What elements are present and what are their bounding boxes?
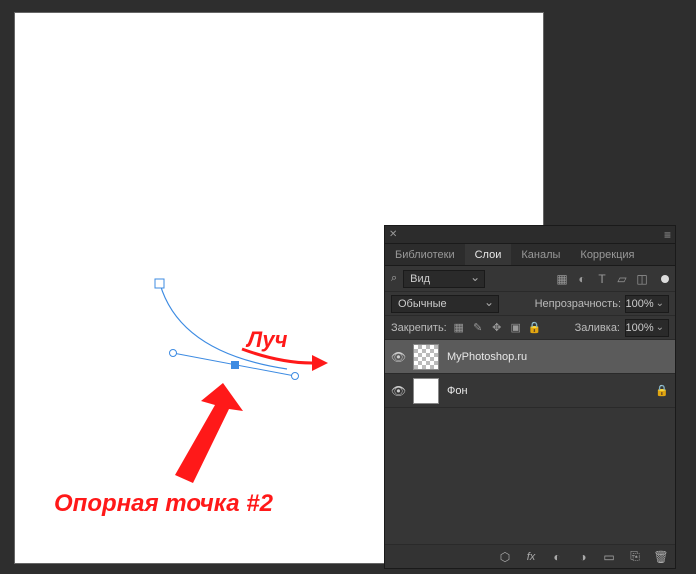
group-icon[interactable]: ▭ <box>601 550 617 564</box>
delete-icon[interactable]: 🗑 <box>653 550 669 564</box>
fill-value: 100% <box>625 322 653 334</box>
opacity-label: Непрозрачность: <box>535 298 621 310</box>
close-icon[interactable]: ✕ <box>389 229 397 240</box>
filter-kind-select[interactable]: Вид <box>403 270 485 288</box>
lock-transparency-icon[interactable]: ▦ <box>452 321 466 334</box>
visibility-icon[interactable]: 👁 <box>391 384 405 398</box>
fill-input[interactable]: 100%⌄ <box>625 319 669 337</box>
lock-artboard-icon[interactable]: ▣ <box>509 321 523 334</box>
filter-row: ⌕ Вид ▦ ◐ T ▱ ◫ <box>385 266 675 292</box>
visibility-icon[interactable]: 👁 <box>391 350 405 364</box>
panel-menu-icon[interactable]: ≡ <box>664 228 671 242</box>
tab-channels[interactable]: Каналы <box>511 244 570 265</box>
layers-panel: ✕ ≡ Библиотеки Слои Каналы Коррекция ⌕ В… <box>384 225 676 569</box>
anchor-point-label: Опорная точка #2 <box>54 490 273 518</box>
filter-toggle[interactable] <box>661 275 669 283</box>
lock-pixels-icon[interactable]: ✎ <box>471 321 485 334</box>
panel-header: ✕ ≡ <box>385 226 675 244</box>
search-icon: ⌕ <box>391 272 397 285</box>
layer-thumbnail[interactable] <box>413 378 439 404</box>
panel-footer: ⬡ fx ◐ ◑ ▭ ⎘ 🗑 <box>385 544 675 568</box>
mask-icon[interactable]: ◐ <box>549 550 565 564</box>
lock-icon: 🔒 <box>655 384 669 397</box>
tab-layers[interactable]: Слои <box>465 244 512 265</box>
fx-icon[interactable]: fx <box>523 551 539 563</box>
anchor-arrow-annotation <box>145 383 245 493</box>
lock-label: Закрепить: <box>391 322 447 334</box>
lock-all-icon[interactable]: 🔒 <box>528 321 542 334</box>
tab-adjustments[interactable]: Коррекция <box>570 244 644 265</box>
opacity-value: 100% <box>625 298 653 310</box>
layer-list: 👁 MyPhotoshop.ru 👁 Фон 🔒 <box>385 340 675 544</box>
filter-pixel-icon[interactable]: ▦ <box>555 272 569 286</box>
filter-shape-icon[interactable]: ▱ <box>615 272 629 286</box>
layer-name-label: MyPhotoshop.ru <box>447 351 527 363</box>
filter-kind-label: Вид <box>410 273 430 285</box>
fill-label: Заливка: <box>575 322 620 334</box>
lock-position-icon[interactable]: ✥ <box>490 321 504 334</box>
lock-row: Закрепить: ▦ ✎ ✥ ▣ 🔒 Заливка: 100%⌄ <box>385 316 675 340</box>
layer-thumbnail[interactable] <box>413 344 439 370</box>
blend-mode-select[interactable]: Обычные <box>391 295 499 313</box>
link-layers-icon[interactable]: ⬡ <box>497 550 513 564</box>
layer-row[interactable]: 👁 Фон 🔒 <box>385 374 675 408</box>
layer-row[interactable]: 👁 MyPhotoshop.ru <box>385 340 675 374</box>
opacity-input[interactable]: 100%⌄ <box>625 295 669 313</box>
filter-type-icon[interactable]: T <box>595 272 609 286</box>
new-layer-icon[interactable]: ⎘ <box>627 549 643 564</box>
layer-name-label: Фон <box>447 385 468 397</box>
panel-tabs: Библиотеки Слои Каналы Коррекция <box>385 244 675 266</box>
filter-adjustment-icon[interactable]: ◐ <box>575 272 589 286</box>
blend-mode-value: Обычные <box>398 298 447 310</box>
blend-row: Обычные Непрозрачность: 100%⌄ <box>385 292 675 316</box>
ray-label: Луч <box>247 327 287 353</box>
tab-libraries[interactable]: Библиотеки <box>385 244 465 265</box>
adjustment-layer-icon[interactable]: ◑ <box>575 550 591 564</box>
filter-smart-icon[interactable]: ◫ <box>635 272 649 286</box>
